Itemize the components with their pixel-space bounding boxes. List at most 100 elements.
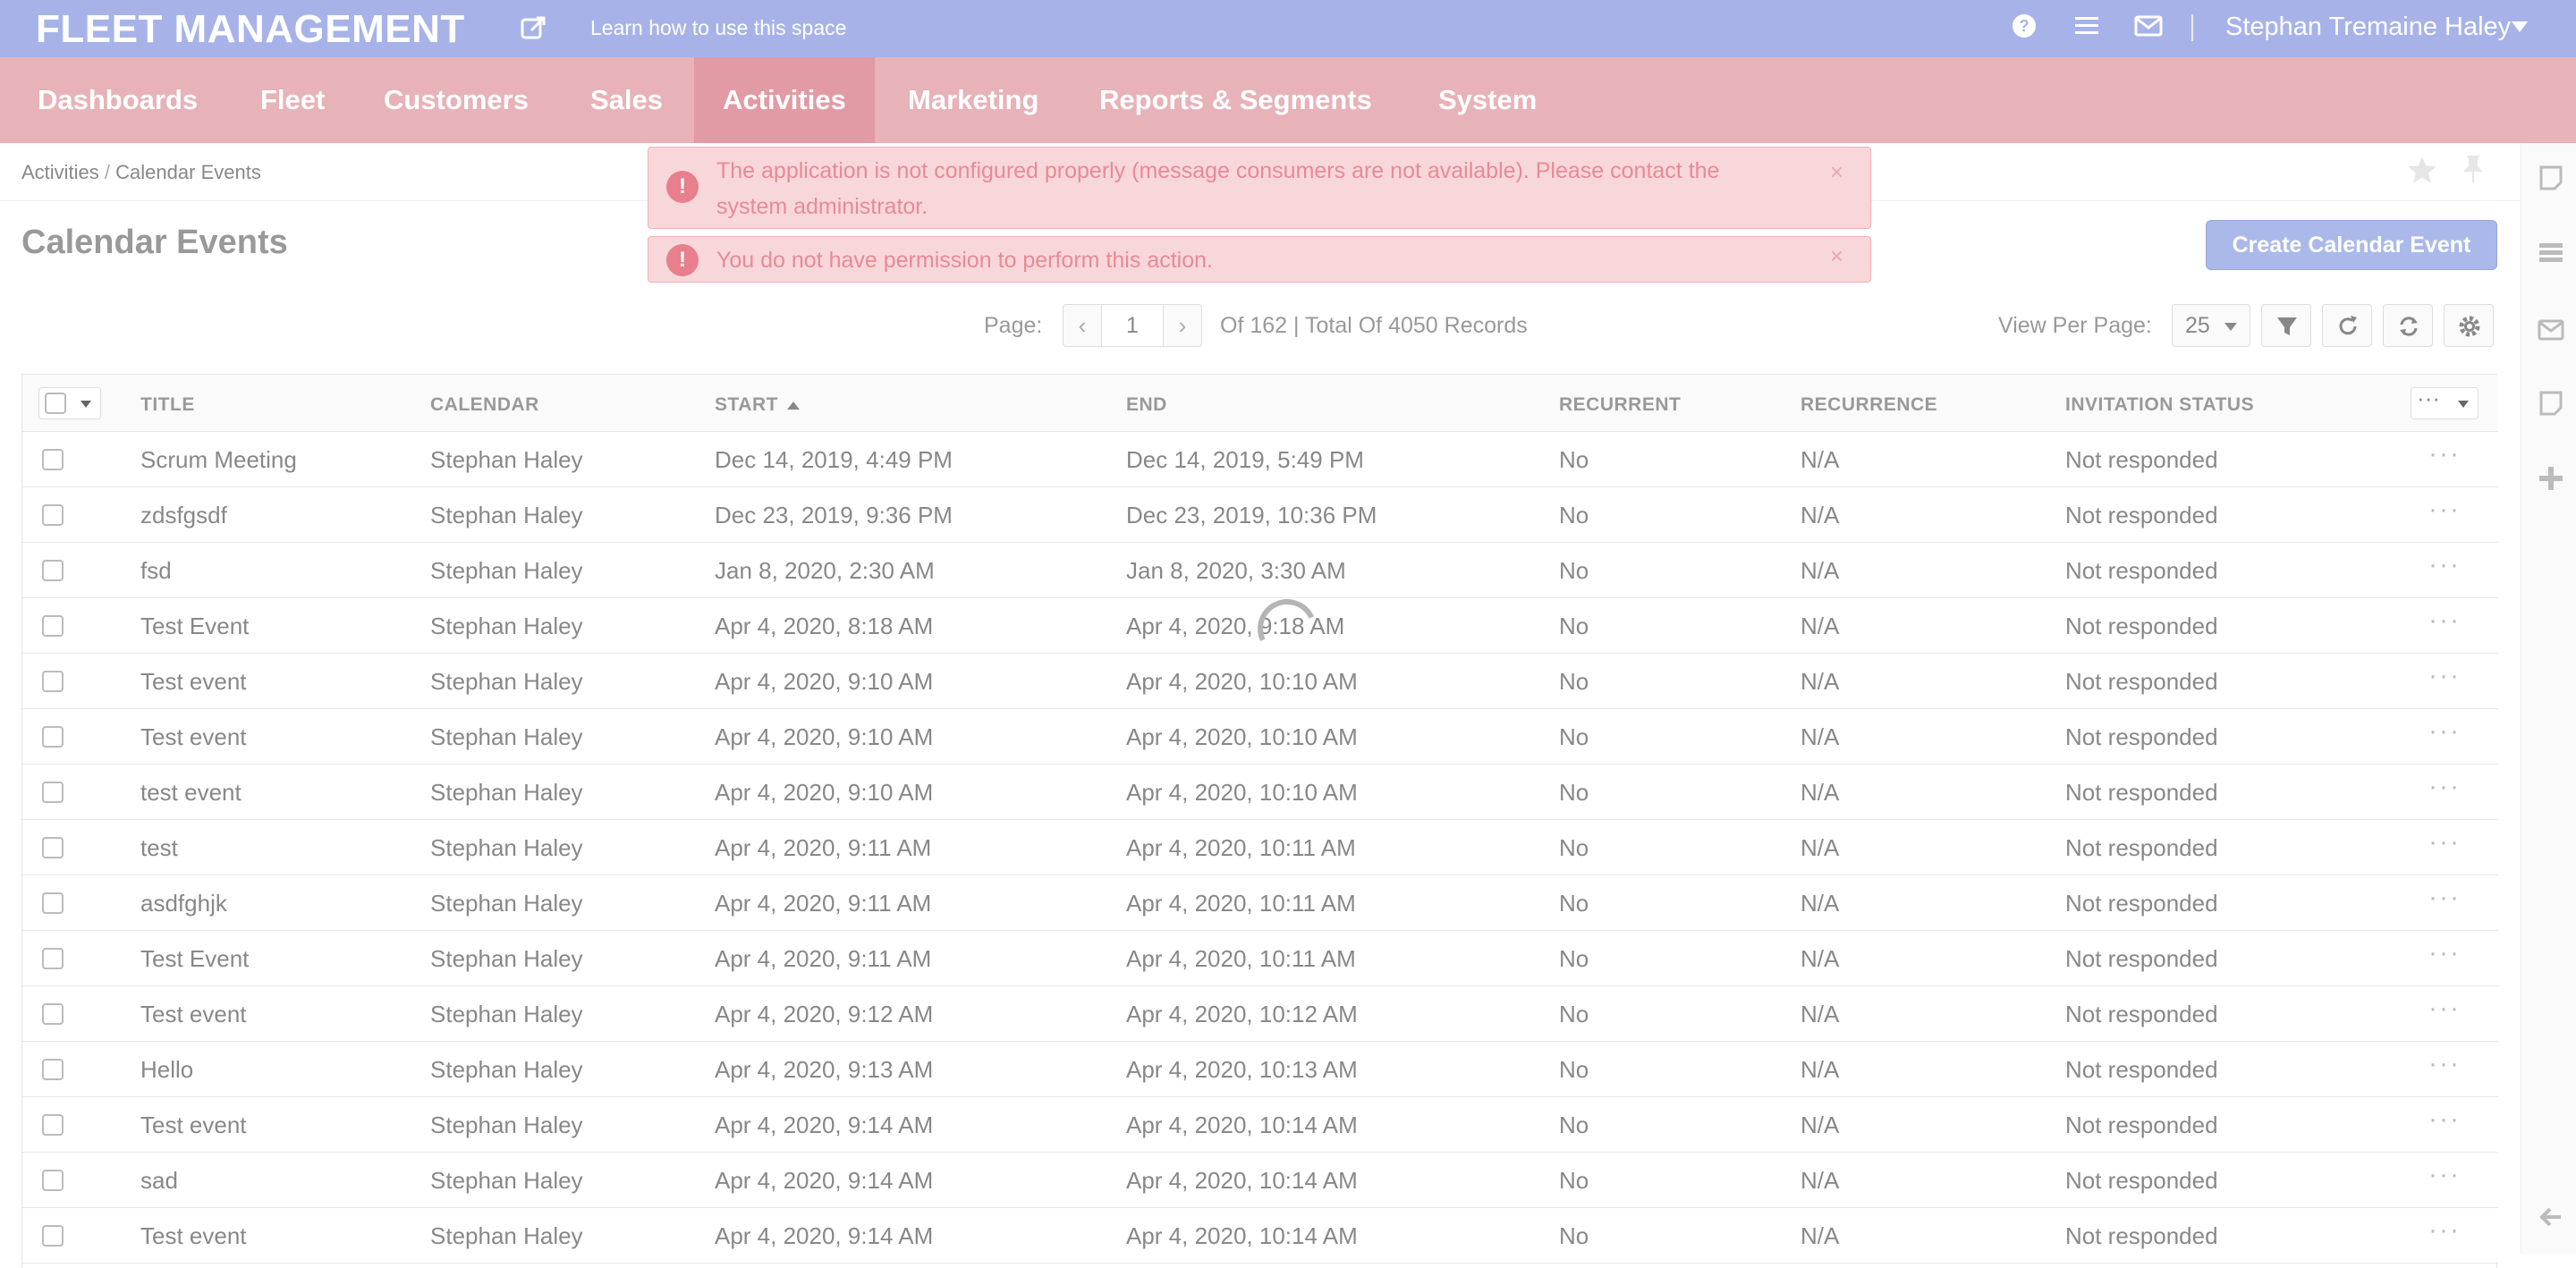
nav-dashboards[interactable]: Dashboards <box>9 57 226 143</box>
column-header-calendar[interactable]: CALENDAR <box>430 394 539 416</box>
row-actions-icon[interactable]: ··· <box>2428 605 2461 636</box>
row-checkbox[interactable] <box>42 1114 64 1136</box>
refresh-button[interactable] <box>2322 304 2372 347</box>
row-checkbox[interactable] <box>42 1003 64 1025</box>
cell-start: Apr 4, 2020, 9:13 AM <box>715 1056 934 1083</box>
row-actions-icon[interactable]: ··· <box>2428 439 2461 469</box>
app-logo[interactable]: FLEET MANAGEMENT <box>36 7 465 52</box>
row-checkbox[interactable] <box>42 1225 64 1247</box>
table-row[interactable]: sad Stephan Haley Apr 4, 2020, 9:14 AM Apr … <box>22 1153 2498 1208</box>
nav-system[interactable]: System <box>1410 57 1565 143</box>
cell-start: Dec 23, 2019, 9:36 PM <box>715 502 953 528</box>
row-checkbox[interactable] <box>42 948 64 969</box>
row-actions-icon[interactable]: ··· <box>2428 772 2461 802</box>
row-checkbox[interactable] <box>42 1059 64 1080</box>
table-row[interactable]: Hello Stephan Haley Apr 4, 2020, 9:13 AM Ap… <box>22 1042 2498 1097</box>
row-checkbox[interactable] <box>42 726 64 748</box>
table-row[interactable]: Test event Stephan Haley Apr 4, 2020, 9:10… <box>22 654 2498 709</box>
alert-config-error: ! The application is not configured prop… <box>648 147 1871 229</box>
column-header-end[interactable]: END <box>1126 394 1167 416</box>
nav-reports-segments[interactable]: Reports & Segments <box>1071 57 1401 143</box>
cell-recurrent: No <box>1559 945 1589 972</box>
settings-button[interactable] <box>2444 304 2494 347</box>
row-actions-icon[interactable]: ··· <box>2428 938 2461 968</box>
column-header-start[interactable]: START <box>715 394 800 416</box>
table-row[interactable]: test Stephan Haley Apr 4, 2020, 9:11 AM Apr… <box>22 820 2498 875</box>
select-all-checkbox[interactable] <box>45 393 66 414</box>
breadcrumb-parent[interactable]: Activities <box>21 161 99 183</box>
row-actions-icon[interactable]: ··· <box>2428 883 2461 913</box>
note-icon[interactable] <box>2538 165 2564 191</box>
row-actions-icon[interactable]: ··· <box>2428 1215 2461 1246</box>
row-checkbox[interactable] <box>42 615 64 637</box>
menu-icon[interactable] <box>2073 13 2100 39</box>
table-row[interactable]: Test event Stephan Haley Apr 4, 2020, 9:14… <box>22 1097 2498 1153</box>
pager-next-button[interactable]: › <box>1163 304 1202 347</box>
pager-prev-button[interactable]: ‹ <box>1063 304 1102 347</box>
star-icon[interactable] <box>2406 154 2438 186</box>
row-checkbox[interactable] <box>42 892 64 914</box>
mail-icon[interactable] <box>2538 317 2564 343</box>
column-header-recurrent[interactable]: RECURRENT <box>1559 394 1681 416</box>
row-checkbox[interactable] <box>42 782 64 803</box>
row-actions-icon[interactable]: ··· <box>2428 495 2461 525</box>
cell-calendar: Stephan Haley <box>430 1056 583 1083</box>
alert-close-button[interactable]: × <box>1830 158 1843 186</box>
row-actions-icon[interactable]: ··· <box>2428 550 2461 580</box>
table-row[interactable]: zdsfgsdf Stephan Haley Dec 23, 2019, 9:36 … <box>22 487 2498 543</box>
column-header-title[interactable]: TITLE <box>140 394 195 416</box>
nav-customers[interactable]: Customers <box>355 57 557 143</box>
row-actions-icon[interactable]: ··· <box>2428 1104 2461 1135</box>
external-link-icon[interactable] <box>521 14 547 41</box>
table-row[interactable]: Test event Stephan Haley Apr 4, 2020, 9:10… <box>22 709 2498 765</box>
cell-invitation-status: Not responded <box>2065 890 2218 917</box>
row-checkbox[interactable] <box>42 837 64 858</box>
column-header-invitation-status[interactable]: INVITATION STATUS <box>2065 394 2254 416</box>
row-actions-icon[interactable]: ··· <box>2428 716 2461 747</box>
table-row[interactable]: Test event Stephan Haley Apr 4, 2020, 9:14… <box>22 1208 2498 1264</box>
cell-recurrence: N/A <box>1801 779 1840 806</box>
row-checkbox[interactable] <box>42 671 64 692</box>
table-row[interactable]: Test event Stephan Haley Apr 4, 2020, 9:12… <box>22 986 2498 1042</box>
grid-actions-dropdown[interactable]: ··· <box>2411 385 2479 419</box>
pin-icon[interactable] <box>2460 154 2487 186</box>
note-add-icon[interactable] <box>2538 390 2564 417</box>
row-actions-icon[interactable]: ··· <box>2428 827 2461 858</box>
table-row[interactable]: fsd Stephan Haley Jan 8, 2020, 2:30 AM Jan … <box>22 543 2498 598</box>
nav-marketing[interactable]: Marketing <box>879 57 1067 143</box>
help-icon[interactable]: ? <box>2011 13 2038 39</box>
table-row[interactable]: Test Event Stephan Haley Apr 4, 2020, 9:11… <box>22 931 2498 986</box>
table-row[interactable]: test event Stephan Haley Apr 4, 2020, 9:10… <box>22 765 2498 820</box>
alert-close-button[interactable]: × <box>1830 242 1843 270</box>
create-calendar-event-button[interactable]: Create Calendar Event <box>2206 220 2497 270</box>
nav-sales[interactable]: Sales <box>562 57 691 143</box>
mail-icon[interactable] <box>2134 13 2163 39</box>
filter-button[interactable] <box>2261 304 2311 347</box>
plus-icon[interactable] <box>2538 465 2564 492</box>
table-row[interactable]: asdfghjk Stephan Haley Apr 4, 2020, 9:11 A… <box>22 875 2498 931</box>
nav-activities[interactable]: Activities <box>694 57 875 143</box>
row-actions-icon[interactable]: ··· <box>2428 1160 2461 1190</box>
cell-recurrent: No <box>1559 1167 1589 1194</box>
page-number-input[interactable]: 1 <box>1102 304 1163 347</box>
reset-button[interactable] <box>2383 304 2433 347</box>
row-checkbox[interactable] <box>42 560 64 581</box>
row-actions-icon[interactable]: ··· <box>2428 661 2461 691</box>
back-arrow-icon[interactable] <box>2538 1204 2564 1230</box>
row-checkbox[interactable] <box>42 449 64 470</box>
user-menu[interactable]: Stephan Tremaine Haley <box>2225 13 2511 42</box>
row-checkbox[interactable] <box>42 1170 64 1191</box>
help-link[interactable]: Learn how to use this space <box>590 16 846 40</box>
column-header-recurrence[interactable]: RECURRENCE <box>1801 394 1937 416</box>
nav-fleet[interactable]: Fleet <box>232 57 353 143</box>
row-actions-icon[interactable]: ··· <box>2428 1049 2461 1079</box>
table-row[interactable]: Scrum Meeting Stephan Haley Dec 14, 2019, … <box>22 432 2498 487</box>
view-per-page-select[interactable]: 25 <box>2172 304 2250 347</box>
cell-start: Apr 4, 2020, 9:10 AM <box>715 779 934 806</box>
select-all-dropdown[interactable] <box>38 387 101 419</box>
tasks-icon[interactable] <box>2538 240 2564 266</box>
row-actions-icon[interactable]: ··· <box>2428 993 2461 1024</box>
row-checkbox[interactable] <box>42 504 64 526</box>
chevron-down-icon[interactable] <box>80 401 91 408</box>
chevron-down-icon[interactable] <box>2512 21 2528 32</box>
